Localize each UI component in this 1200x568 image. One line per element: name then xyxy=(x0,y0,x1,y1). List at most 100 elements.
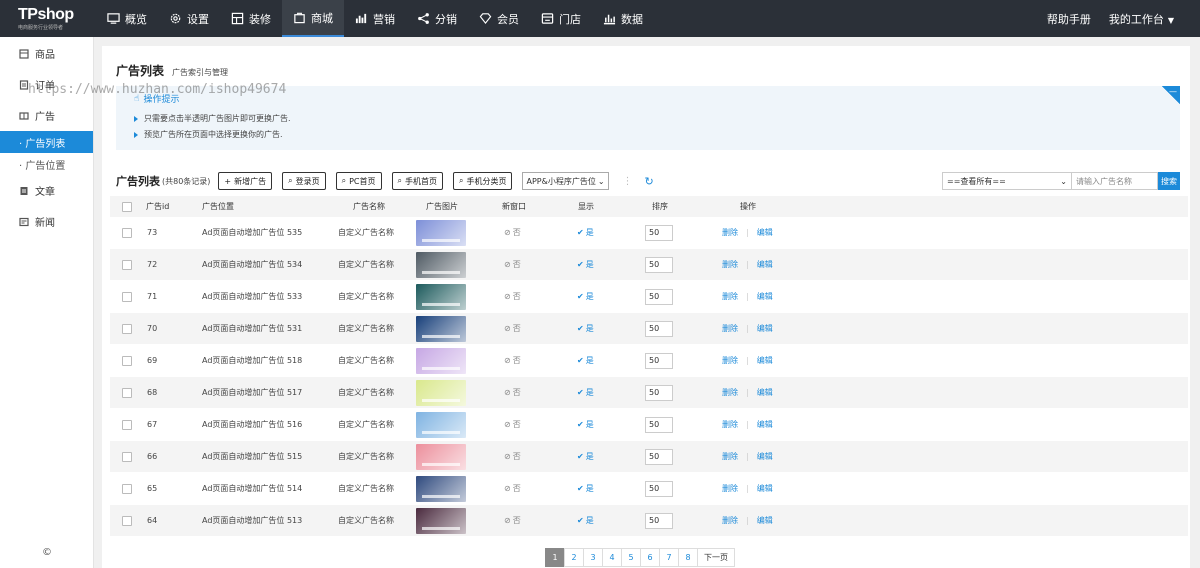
edit-link[interactable]: 编辑 xyxy=(757,419,773,430)
edit-link[interactable]: 编辑 xyxy=(757,451,773,462)
new-window-status[interactable]: ⊘ 否 xyxy=(504,249,521,280)
show-status[interactable]: ✔ 是 xyxy=(577,473,594,504)
sidebar-group[interactable]: 订单 xyxy=(0,69,93,100)
delete-link[interactable]: 删除 xyxy=(722,259,738,270)
row-checkbox[interactable] xyxy=(122,323,132,334)
delete-link[interactable]: 删除 xyxy=(722,227,738,238)
sidebar-group[interactable]: 商品 xyxy=(0,38,93,69)
delete-link[interactable]: 删除 xyxy=(722,291,738,302)
new-window-status[interactable]: ⊘ 否 xyxy=(504,345,521,376)
new-window-status[interactable]: ⊘ 否 xyxy=(504,217,521,248)
row-checkbox[interactable] xyxy=(122,291,132,302)
show-status[interactable]: ✔ 是 xyxy=(577,281,594,312)
checkbox[interactable] xyxy=(122,201,132,212)
new-window-status[interactable]: ⊘ 否 xyxy=(504,441,521,472)
nav-item[interactable]: 会员 xyxy=(468,0,530,37)
show-status[interactable]: ✔ 是 xyxy=(577,441,594,472)
delete-link[interactable]: 删除 xyxy=(722,451,738,462)
delete-link[interactable]: 删除 xyxy=(722,419,738,430)
ad-image[interactable] xyxy=(416,443,466,470)
add-ad-button[interactable]: + 新增广告 xyxy=(218,172,273,190)
row-checkbox[interactable] xyxy=(122,259,132,270)
sort-input[interactable] xyxy=(645,224,673,241)
ad-image[interactable] xyxy=(416,475,466,502)
ad-image[interactable] xyxy=(416,507,466,534)
page-button[interactable]: 3 xyxy=(583,548,603,567)
page-button[interactable]: 5 xyxy=(621,548,641,567)
ad-image[interactable] xyxy=(416,411,466,438)
show-status[interactable]: ✔ 是 xyxy=(577,217,594,248)
refresh-icon[interactable]: ↻ xyxy=(645,175,654,188)
sort-input[interactable] xyxy=(645,320,673,337)
tips-title[interactable]: ☝ 操作提示 xyxy=(134,92,180,106)
page-button[interactable]: 1 xyxy=(545,548,565,567)
page-button[interactable]: 4 xyxy=(602,548,622,567)
row-checkbox[interactable] xyxy=(122,387,132,398)
nav-item[interactable]: 商城 xyxy=(282,0,344,37)
ad-image[interactable] xyxy=(416,251,466,278)
sort-input[interactable] xyxy=(645,352,673,369)
sort-input[interactable] xyxy=(645,512,673,529)
row-checkbox[interactable] xyxy=(122,451,132,462)
login-page-button[interactable]: ⌕ 登录页 xyxy=(282,172,326,190)
page-button[interactable]: 6 xyxy=(640,548,660,567)
edit-link[interactable]: 编辑 xyxy=(757,259,773,270)
page-button[interactable]: 7 xyxy=(659,548,679,567)
delete-link[interactable]: 删除 xyxy=(722,323,738,334)
sort-input[interactable] xyxy=(645,448,673,465)
sort-input[interactable] xyxy=(645,288,673,305)
mobile-home-button[interactable]: ⌕ 手机首页 xyxy=(391,172,443,190)
show-status[interactable]: ✔ 是 xyxy=(577,377,594,408)
show-status[interactable]: ✔ 是 xyxy=(577,249,594,280)
nav-item[interactable]: 门店 xyxy=(530,0,592,37)
edit-link[interactable]: 编辑 xyxy=(757,227,773,238)
sort-input[interactable] xyxy=(645,416,673,433)
edit-link[interactable]: 编辑 xyxy=(757,323,773,334)
page-button[interactable]: 2 xyxy=(564,548,584,567)
nav-item[interactable]: 装修 xyxy=(220,0,282,37)
nav-item[interactable]: 设置 xyxy=(158,0,220,37)
new-window-status[interactable]: ⊘ 否 xyxy=(504,409,521,440)
help-link[interactable]: 帮助手册 xyxy=(1047,11,1091,27)
edit-link[interactable]: 编辑 xyxy=(757,387,773,398)
show-status[interactable]: ✔ 是 xyxy=(577,409,594,440)
delete-link[interactable]: 删除 xyxy=(722,355,738,366)
pc-home-button[interactable]: ⌕ PC首页 xyxy=(335,172,382,190)
nav-item[interactable]: 数据 xyxy=(592,0,654,37)
edit-link[interactable]: 编辑 xyxy=(757,291,773,302)
ad-image[interactable] xyxy=(416,315,466,342)
ad-image[interactable] xyxy=(416,347,466,374)
page-button[interactable]: 8 xyxy=(678,548,698,567)
sort-input[interactable] xyxy=(645,384,673,401)
next-page-button[interactable]: 下一页 xyxy=(697,548,735,567)
nav-item[interactable]: 营销 xyxy=(344,0,406,37)
sidebar-group[interactable]: 广告 xyxy=(0,100,93,131)
mobile-category-button[interactable]: ⌕ 手机分类页 xyxy=(453,172,513,190)
search-button[interactable]: 搜索 xyxy=(1158,172,1180,190)
sidebar-group[interactable]: 新闻 xyxy=(0,206,93,237)
new-window-status[interactable]: ⊘ 否 xyxy=(504,281,521,312)
logo[interactable]: TPshop 电商服务行业领导者 xyxy=(0,0,96,37)
edit-link[interactable]: 编辑 xyxy=(757,355,773,366)
sort-input[interactable] xyxy=(645,256,673,273)
show-status[interactable]: ✔ 是 xyxy=(577,505,594,536)
sidebar-item[interactable]: · 广告列表 xyxy=(0,131,93,153)
delete-link[interactable]: 删除 xyxy=(722,483,738,494)
nav-item[interactable]: 概览 xyxy=(96,0,158,37)
row-checkbox[interactable] xyxy=(122,227,132,238)
sort-input[interactable] xyxy=(645,480,673,497)
workspace-menu[interactable]: 我的工作台 ▼ xyxy=(1109,11,1174,27)
ad-position-select[interactable]: APP&小程序广告位 ⌄ xyxy=(522,172,609,190)
edit-link[interactable]: 编辑 xyxy=(757,483,773,494)
new-window-status[interactable]: ⊘ 否 xyxy=(504,505,521,536)
edit-link[interactable]: 编辑 xyxy=(757,515,773,526)
tips-collapse-toggle[interactable]: — xyxy=(1162,86,1180,104)
sidebar-group[interactable]: 文章 xyxy=(0,175,93,206)
ad-image[interactable] xyxy=(416,219,466,246)
sidebar-item[interactable]: · 广告位置 xyxy=(0,153,93,175)
new-window-status[interactable]: ⊘ 否 xyxy=(504,313,521,344)
search-input[interactable] xyxy=(1072,172,1158,190)
show-status[interactable]: ✔ 是 xyxy=(577,345,594,376)
row-checkbox[interactable] xyxy=(122,355,132,366)
delete-link[interactable]: 删除 xyxy=(722,515,738,526)
